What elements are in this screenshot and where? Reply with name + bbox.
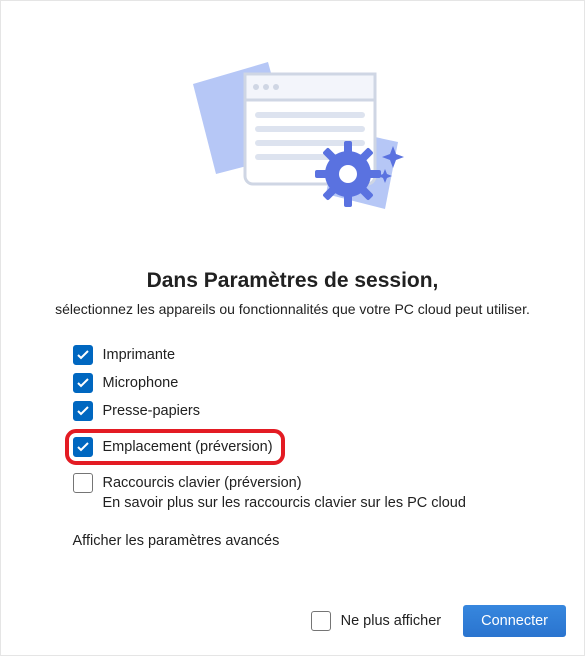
location-highlight: Emplacement (préversion) <box>65 429 285 465</box>
dont-show-label: Ne plus afficher <box>341 613 441 629</box>
page-subtitle: sélectionnez les appareils ou fonctionna… <box>55 301 530 317</box>
options-list: Imprimante Microphone Presse-papiers Emp… <box>73 345 513 549</box>
option-location: Emplacement (préversion) <box>73 429 513 465</box>
option-printer: Imprimante <box>73 345 513 365</box>
shortcuts-text-block: Raccourcis clavier (préversion) En savoi… <box>103 473 466 511</box>
show-advanced-settings[interactable]: Afficher les paramètres avancés <box>73 533 513 549</box>
dont-show-again: Ne plus afficher <box>311 611 441 631</box>
printer-checkbox[interactable] <box>73 345 93 365</box>
location-checkbox[interactable] <box>73 437 93 457</box>
location-label: Emplacement (préversion) <box>103 437 273 457</box>
option-shortcuts: Raccourcis clavier (préversion) En savoi… <box>73 473 513 511</box>
option-microphone: Microphone <box>73 373 513 393</box>
shortcuts-sublabel[interactable]: En savoir plus sur les raccourcis clavie… <box>103 495 466 511</box>
printer-label: Imprimante <box>103 345 176 365</box>
clipboard-checkbox[interactable] <box>73 401 93 421</box>
microphone-checkbox[interactable] <box>73 373 93 393</box>
connect-button[interactable]: Connecter <box>463 605 566 637</box>
page-title: Dans Paramètres de session, <box>147 269 439 293</box>
dialog-footer: Ne plus afficher Connecter <box>11 581 574 637</box>
shortcuts-checkbox[interactable] <box>73 473 93 493</box>
dont-show-checkbox[interactable] <box>311 611 331 631</box>
clipboard-label: Presse-papiers <box>103 401 201 421</box>
session-settings-illustration <box>11 21 574 251</box>
shortcuts-label: Raccourcis clavier (préversion) <box>103 473 466 493</box>
option-clipboard: Presse-papiers <box>73 401 513 421</box>
microphone-label: Microphone <box>103 373 179 393</box>
